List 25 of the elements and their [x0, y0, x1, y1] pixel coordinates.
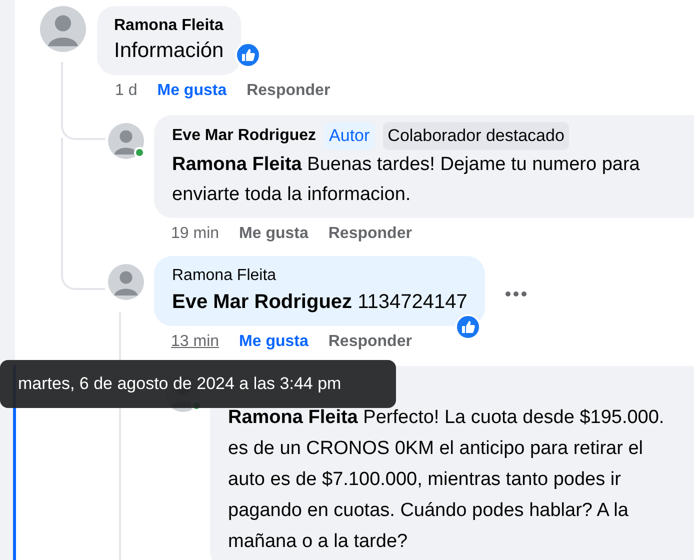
reply-link[interactable]: Responder [246, 81, 330, 101]
like-reaction-icon[interactable] [234, 42, 261, 68]
avatar[interactable] [108, 264, 144, 300]
like-link[interactable]: Me gusta [239, 332, 308, 352]
timestamp-link[interactable]: 19 min [171, 224, 220, 244]
like-link[interactable]: Me gusta [157, 81, 227, 101]
reply-link[interactable]: Responder [328, 332, 412, 352]
comment-text: Ramona Fleita Perfecto! La cuota desde $195.000. es de un CRONOS 0KM el anticipo para retirar el auto es de $7.100.000, mientras tanto podes ir pagando en cuotas. Cuándo podes hablar? A la mañana o a la tarde? [228, 406, 666, 554]
reply-link[interactable]: Responder [328, 224, 412, 244]
date-tooltip: martes, 6 de agosto de 2024 a las 3:44 pm [0, 360, 396, 408]
like-reaction-icon[interactable] [455, 314, 482, 340]
comment-author[interactable]: Ramona Fleita [172, 264, 468, 288]
timestamp-link[interactable]: 1 d [115, 81, 138, 101]
comment-text: Eve Mar Rodriguez 1134724147 [172, 290, 468, 314]
avatar[interactable] [108, 123, 144, 159]
like-link[interactable]: Me gusta [239, 224, 308, 244]
author-badge: Autor [324, 122, 375, 150]
comment-text: Ramona Fleita Buenas tardes! Dejame tu numero para enviarte toda la informacion. [172, 152, 641, 206]
more-options-icon[interactable] [505, 290, 528, 296]
timestamp-link[interactable]: 13 min [171, 332, 220, 352]
contributor-badge: Colaborador destacado [382, 122, 570, 150]
comment-author[interactable]: Ramona Fleita [114, 15, 224, 37]
comment-author[interactable]: Eve Mar Rodriguez [172, 124, 316, 147]
comment-text: Información [114, 38, 224, 64]
avatar[interactable] [40, 6, 86, 52]
